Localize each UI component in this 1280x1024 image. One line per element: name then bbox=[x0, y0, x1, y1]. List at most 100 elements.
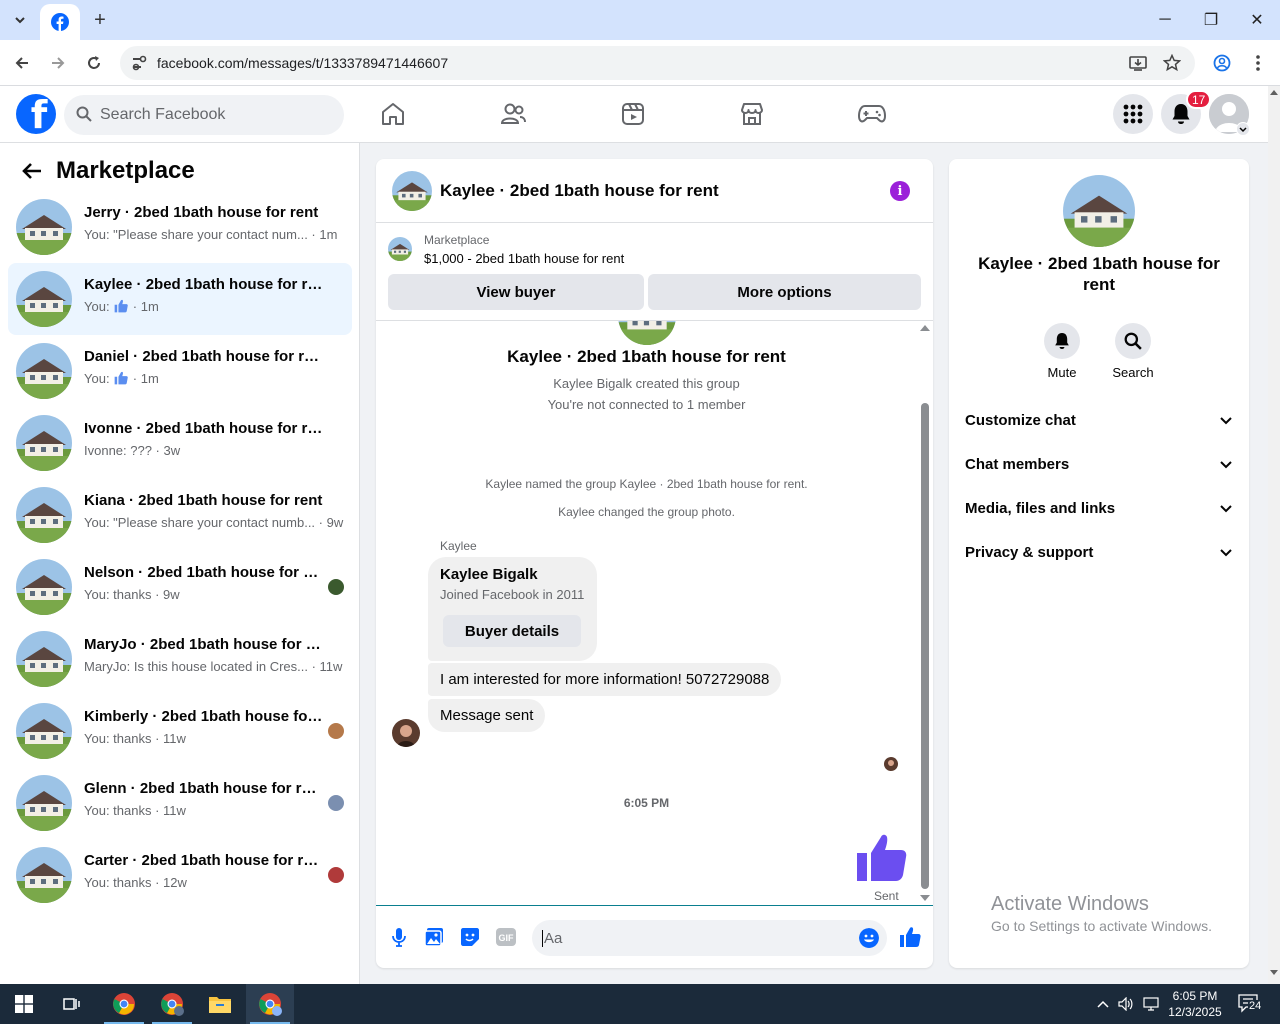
nav-friends[interactable] bbox=[499, 100, 527, 128]
restore-button[interactable]: ❐ bbox=[1188, 0, 1234, 40]
browser-tab-facebook[interactable] bbox=[40, 4, 80, 40]
attach-photo-button[interactable] bbox=[423, 926, 445, 948]
conversation-preview: You: "Please share your contact num... ·… bbox=[84, 227, 338, 242]
start-button[interactable] bbox=[0, 984, 48, 1024]
message-bubble[interactable]: Message sent bbox=[428, 699, 546, 732]
buyer-details-button[interactable]: Buyer details bbox=[443, 615, 581, 647]
thumbs-up-icon bbox=[900, 927, 921, 947]
message-bubble[interactable]: I am interested for more information! 50… bbox=[428, 663, 782, 696]
chevron-down-icon bbox=[1220, 417, 1232, 425]
chat-info-panel: Kaylee · 2bed 1bath house for rent Mute … bbox=[949, 159, 1249, 968]
send-like-button[interactable] bbox=[899, 926, 921, 948]
facebook-search-input[interactable]: Search Facebook bbox=[64, 95, 344, 135]
forward-button[interactable] bbox=[45, 50, 71, 76]
conversation-name: Jerry · 2bed 1bath house for rent bbox=[84, 204, 319, 221]
conversation-item[interactable]: Kiana · 2bed 1bath house for rent You: "P… bbox=[8, 479, 352, 551]
conversation-item[interactable]: Jerry · 2bed 1bath house for rent You: "P… bbox=[8, 191, 352, 263]
minimize-button[interactable]: ─ bbox=[1142, 0, 1188, 40]
chat-members-row[interactable]: Chat members bbox=[965, 443, 1233, 487]
conversation-thumbnail bbox=[16, 559, 72, 615]
site-info-icon[interactable] bbox=[130, 54, 148, 72]
chat-header: Kaylee · 2bed 1bath house for rent i bbox=[376, 159, 933, 223]
taskbar-clock[interactable]: 6:05 PM 12/3/2025 bbox=[1160, 988, 1230, 1020]
install-app-button[interactable] bbox=[1128, 53, 1148, 73]
group-photo bbox=[618, 321, 676, 345]
profile-button[interactable] bbox=[1209, 50, 1235, 76]
address-bar[interactable]: facebook.com/messages/t/1333789471446607 bbox=[120, 46, 1195, 80]
facebook-logo[interactable]: f bbox=[16, 94, 56, 134]
browser-tab-bar: + ─ ❐ ✕ bbox=[0, 0, 1280, 40]
conversation-item[interactable]: Kaylee · 2bed 1bath house for rent You: ·… bbox=[8, 263, 352, 335]
page-scrollbar[interactable] bbox=[1268, 86, 1280, 984]
arrow-right-icon bbox=[52, 57, 65, 69]
house-photo-icon bbox=[16, 271, 72, 327]
voice-clip-button[interactable] bbox=[388, 926, 410, 948]
taskbar-file-explorer[interactable] bbox=[196, 984, 244, 1024]
conversation-item[interactable]: Carter · 2bed 1bath house for rent You: t… bbox=[8, 839, 352, 911]
seen-avatar bbox=[328, 795, 344, 811]
arrow-left-icon bbox=[15, 57, 28, 69]
media-files-links-row[interactable]: Media, files and links bbox=[965, 487, 1233, 531]
bookmark-button[interactable] bbox=[1162, 53, 1182, 73]
privacy-support-row[interactable]: Privacy & support bbox=[965, 531, 1233, 575]
chat-title[interactable]: Kaylee · 2bed 1bath house for rent bbox=[440, 181, 719, 201]
task-view-button[interactable] bbox=[48, 984, 96, 1024]
created-text: Kaylee Bigalk created this group bbox=[553, 376, 740, 391]
taskbar-chrome[interactable] bbox=[100, 984, 148, 1024]
message-input[interactable]: Aa bbox=[532, 920, 887, 956]
row-label: Privacy & support bbox=[965, 544, 1094, 561]
tray-overflow-icon[interactable] bbox=[1095, 996, 1111, 1012]
listing-price: $1,000 - 2bed 1bath house for rent bbox=[424, 251, 625, 266]
menu-button[interactable] bbox=[1113, 94, 1153, 134]
action-center-button[interactable]: 24 bbox=[1238, 994, 1263, 1014]
search-in-chat-button[interactable]: Search bbox=[1103, 323, 1163, 380]
reload-button[interactable] bbox=[81, 50, 107, 76]
conversation-thumbnail bbox=[16, 775, 72, 831]
browser-menu-button[interactable] bbox=[1245, 50, 1271, 76]
sent-status: Sent bbox=[874, 889, 899, 903]
close-window-button[interactable]: ✕ bbox=[1234, 0, 1280, 40]
conversation-item[interactable]: Daniel · 2bed 1bath house for rent You: ·… bbox=[8, 335, 352, 407]
info-icon[interactable]: i bbox=[890, 181, 910, 201]
volume-icon[interactable] bbox=[1118, 996, 1134, 1012]
taskbar-chrome-active[interactable] bbox=[246, 984, 294, 1024]
conversation-item[interactable]: Kimberly · 2bed 1bath house for rent You:… bbox=[8, 695, 352, 767]
sender-avatar[interactable] bbox=[392, 719, 420, 747]
mute-button[interactable]: Mute bbox=[1032, 323, 1092, 380]
customize-chat-row[interactable]: Customize chat bbox=[965, 399, 1233, 443]
taskbar-chrome-profile[interactable] bbox=[148, 984, 196, 1024]
chat-thumbnail[interactable] bbox=[392, 171, 432, 211]
conversation-item[interactable]: Glenn · 2bed 1bath house for rent You: th… bbox=[8, 767, 352, 839]
bell-icon bbox=[1055, 333, 1069, 349]
nav-video[interactable] bbox=[619, 100, 647, 128]
read-receipt-avatar bbox=[884, 757, 898, 771]
message-scrollbar[interactable] bbox=[917, 321, 933, 905]
network-icon[interactable] bbox=[1143, 996, 1159, 1012]
view-buyer-button[interactable]: View buyer bbox=[388, 274, 644, 310]
sticker-button[interactable] bbox=[459, 926, 481, 948]
back-arrow-icon[interactable] bbox=[20, 159, 44, 183]
friends-icon bbox=[500, 103, 526, 124]
tab-search-button[interactable] bbox=[8, 8, 32, 32]
conversation-preview: You: thanks · 9w bbox=[84, 587, 180, 602]
nav-marketplace[interactable] bbox=[738, 100, 766, 128]
thumbs-up-icon bbox=[114, 299, 128, 313]
conversation-item[interactable]: Ivonne · 2bed 1bath house for rent Ivonne… bbox=[8, 407, 352, 479]
back-button[interactable] bbox=[9, 50, 35, 76]
conversation-item[interactable]: MaryJo · 2bed 1bath house for rent MaryJo… bbox=[8, 623, 352, 695]
house-photo-icon bbox=[16, 487, 72, 543]
gif-button[interactable]: GIF bbox=[495, 926, 517, 948]
nav-home[interactable] bbox=[379, 100, 407, 128]
new-tab-button[interactable]: + bbox=[88, 8, 112, 32]
watermark-subtitle: Go to Settings to activate Windows. bbox=[991, 918, 1212, 934]
conversation-item[interactable]: Nelson · 2bed 1bath house for rent You: t… bbox=[8, 551, 352, 623]
conversation-thumbnail bbox=[16, 343, 72, 399]
chat-panel: Kaylee · 2bed 1bath house for rent i Mar… bbox=[376, 159, 933, 968]
buyer-card-bubble: Kaylee Bigalk Joined Facebook in 2011 Bu… bbox=[428, 557, 597, 661]
more-options-button[interactable]: More options bbox=[648, 274, 921, 310]
row-label: Customize chat bbox=[965, 412, 1076, 429]
chevron-down-icon bbox=[1220, 461, 1232, 469]
chevron-up-icon bbox=[1097, 1000, 1109, 1008]
nav-gaming[interactable] bbox=[858, 100, 886, 128]
emoji-icon[interactable] bbox=[859, 928, 879, 948]
